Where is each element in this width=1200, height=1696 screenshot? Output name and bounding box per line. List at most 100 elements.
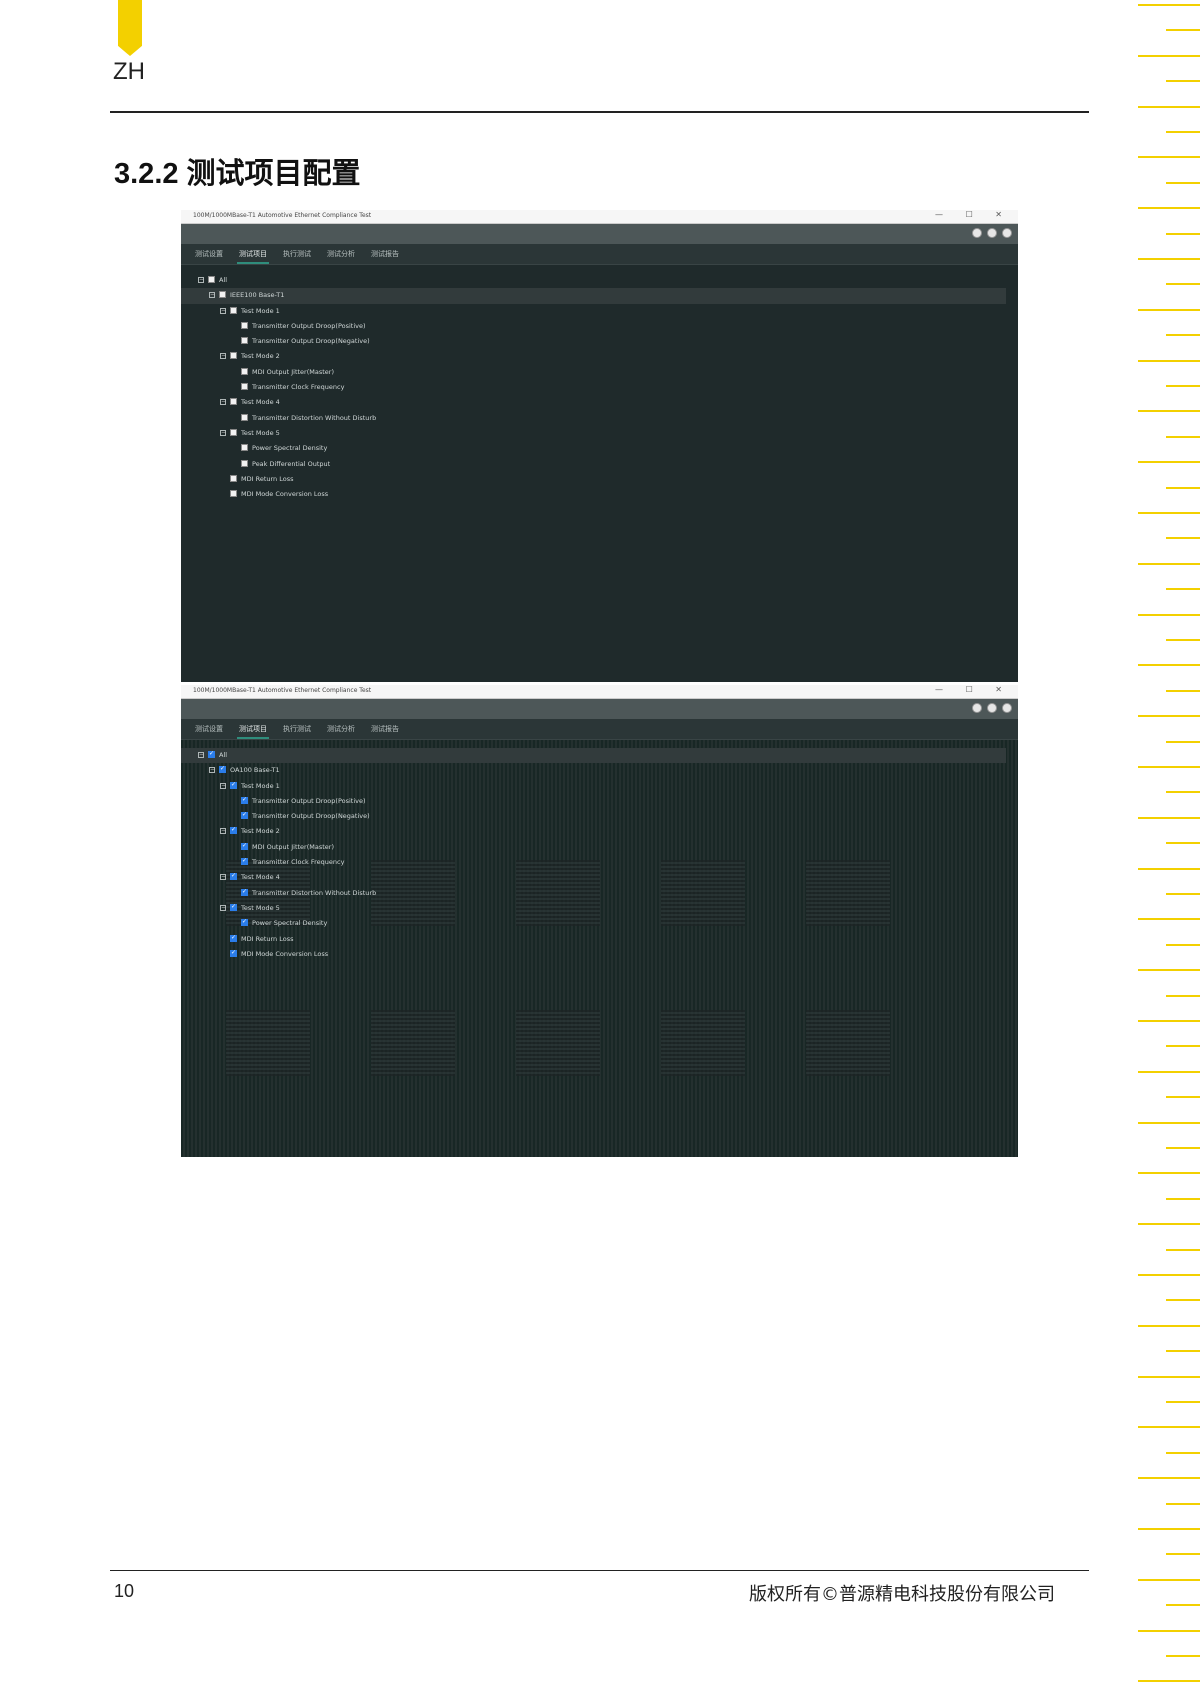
tree-row[interactable]: Transmitter Output Droop(Positive) xyxy=(181,319,1018,334)
tree-row[interactable]: MDI Return Loss xyxy=(181,932,1018,947)
settings-icon[interactable] xyxy=(987,703,997,713)
tree-checkbox[interactable] xyxy=(241,444,248,452)
tree-checkbox[interactable] xyxy=(241,413,248,421)
tree-checkbox[interactable] xyxy=(230,306,237,314)
tree-row[interactable]: − Test Mode 2 xyxy=(181,349,1018,364)
tree-row[interactable]: Transmitter Clock Frequency xyxy=(181,855,1018,870)
tree-checkbox[interactable] xyxy=(230,474,237,482)
tree-row[interactable]: Transmitter Output Droop(Negative) xyxy=(181,334,1018,349)
tree-checkbox[interactable] xyxy=(230,352,237,360)
tree-checkbox[interactable] xyxy=(241,842,248,850)
tab-0[interactable]: 测试设置 xyxy=(187,719,231,739)
tree-row[interactable]: MDI Return Loss xyxy=(181,472,1018,487)
tree-checkbox[interactable] xyxy=(230,826,237,835)
tree-checkbox[interactable] xyxy=(241,321,248,329)
expand-collapse-icon[interactable]: − xyxy=(220,429,226,436)
expand-collapse-icon[interactable]: − xyxy=(220,904,226,911)
expand-collapse-icon[interactable]: − xyxy=(198,752,204,758)
ruler-tick xyxy=(1138,1426,1200,1429)
tree-checkbox[interactable] xyxy=(241,888,248,896)
tree-row[interactable]: MDI Mode Conversion Loss xyxy=(181,947,1018,962)
tree-checkbox[interactable] xyxy=(241,857,248,866)
window-controls[interactable]: — ☐ ✕ xyxy=(935,210,1012,219)
window-controls[interactable]: — ☐ ✕ xyxy=(935,685,1012,694)
tab-3[interactable]: 测试分析 xyxy=(319,719,363,739)
help-icon[interactable] xyxy=(972,228,982,238)
expand-collapse-icon[interactable]: − xyxy=(220,353,226,360)
tree-row[interactable]: MDI Mode Conversion Loss xyxy=(181,487,1018,502)
expand-collapse-icon[interactable]: − xyxy=(209,767,215,774)
info-icon[interactable] xyxy=(1002,703,1012,713)
tree-checkbox[interactable] xyxy=(241,459,248,467)
tree-checkbox[interactable] xyxy=(208,276,215,283)
expand-collapse-icon[interactable]: − xyxy=(220,874,226,881)
tab-1[interactable]: 测试项目 xyxy=(231,244,275,264)
tab-2[interactable]: 执行测试 xyxy=(275,244,319,264)
tree-row[interactable]: Transmitter Distortion Without Disturb xyxy=(181,411,1018,426)
expand-collapse-icon[interactable]: − xyxy=(209,292,215,299)
tree-item-label: IEEE100 Base-T1 xyxy=(230,291,285,300)
tab-2[interactable]: 执行测试 xyxy=(275,719,319,739)
tree-checkbox[interactable] xyxy=(241,367,248,375)
section-title: 3.2.2 测试项目配置 xyxy=(114,158,361,190)
ruler-tick xyxy=(1166,1604,1200,1607)
tree-row[interactable]: − IEEE100 Base-T1 xyxy=(181,288,1006,304)
tree-checkbox[interactable] xyxy=(241,918,248,927)
tree-row[interactable]: Transmitter Distortion Without Disturb xyxy=(181,886,1018,901)
ruler-tick xyxy=(1138,1223,1200,1226)
tree-row[interactable]: MDI Output Jitter(Master) xyxy=(181,840,1018,855)
tree-row[interactable]: Transmitter Clock Frequency xyxy=(181,380,1018,395)
tree-checkbox[interactable] xyxy=(230,490,237,498)
tree-checkbox[interactable] xyxy=(230,398,237,406)
dither-pattern xyxy=(661,1010,745,1076)
expand-collapse-icon[interactable]: − xyxy=(220,307,226,314)
tree-row[interactable]: Power Spectral Density xyxy=(181,441,1018,456)
ruler-tick xyxy=(1138,1172,1200,1175)
tree-row[interactable]: − OA100 Base-T1 xyxy=(181,763,1018,778)
tree-row[interactable]: − Test Mode 2 xyxy=(181,824,1018,839)
tree-row[interactable]: − All xyxy=(181,748,1006,764)
tree-row[interactable]: Transmitter Output Droop(Positive) xyxy=(181,794,1018,809)
tree-item-label: MDI Mode Conversion Loss xyxy=(241,949,329,958)
tree-row[interactable]: − Test Mode 5 xyxy=(181,426,1018,441)
tree-checkbox[interactable] xyxy=(208,750,215,758)
tab-3[interactable]: 测试分析 xyxy=(319,244,363,264)
tree-checkbox[interactable] xyxy=(241,383,248,391)
tab-1[interactable]: 测试项目 xyxy=(231,719,275,739)
tree-checkbox[interactable] xyxy=(230,872,237,881)
tree-checkbox[interactable] xyxy=(230,934,237,942)
settings-icon[interactable] xyxy=(987,228,997,238)
tree-row[interactable]: Transmitter Output Droop(Negative) xyxy=(181,809,1018,824)
tree-checkbox[interactable] xyxy=(230,781,237,789)
tree-checkbox[interactable] xyxy=(230,903,237,911)
ruler-tick xyxy=(1138,461,1200,464)
tree-row[interactable]: − Test Mode 4 xyxy=(181,395,1018,410)
tab-0[interactable]: 测试设置 xyxy=(187,244,231,264)
expand-collapse-icon[interactable]: − xyxy=(220,399,226,406)
tree-row[interactable]: MDI Output Jitter(Master) xyxy=(181,365,1018,380)
ruler-tick xyxy=(1138,1274,1200,1276)
tree-row[interactable]: − Test Mode 1 xyxy=(181,779,1018,794)
tree-row[interactable]: − Test Mode 4 xyxy=(181,870,1018,885)
tree-checkbox[interactable] xyxy=(230,949,237,957)
ruler-tick xyxy=(1166,740,1200,743)
expand-collapse-icon[interactable]: − xyxy=(220,828,226,835)
tree-row[interactable]: − Test Mode 5 xyxy=(181,901,1018,916)
tree-row[interactable]: − Test Mode 1 xyxy=(181,304,1018,319)
help-icon[interactable] xyxy=(972,703,982,713)
tree-checkbox[interactable] xyxy=(241,796,248,804)
tree-checkbox[interactable] xyxy=(241,811,248,820)
tree-checkbox[interactable] xyxy=(241,337,248,345)
tree-row[interactable]: − All xyxy=(181,273,1018,288)
expand-collapse-icon[interactable]: − xyxy=(198,277,204,283)
ruler-tick xyxy=(1138,1324,1200,1327)
tree-checkbox[interactable] xyxy=(230,428,237,436)
info-icon[interactable] xyxy=(1002,228,1012,238)
tree-checkbox[interactable] xyxy=(219,765,226,774)
tree-row[interactable]: Peak Differential Output xyxy=(181,457,1018,472)
tree-row[interactable]: Power Spectral Density xyxy=(181,916,1018,931)
tab-4[interactable]: 测试报告 xyxy=(363,719,407,739)
tree-checkbox[interactable] xyxy=(219,291,226,299)
expand-collapse-icon[interactable]: − xyxy=(220,782,226,789)
tab-4[interactable]: 测试报告 xyxy=(363,244,407,264)
